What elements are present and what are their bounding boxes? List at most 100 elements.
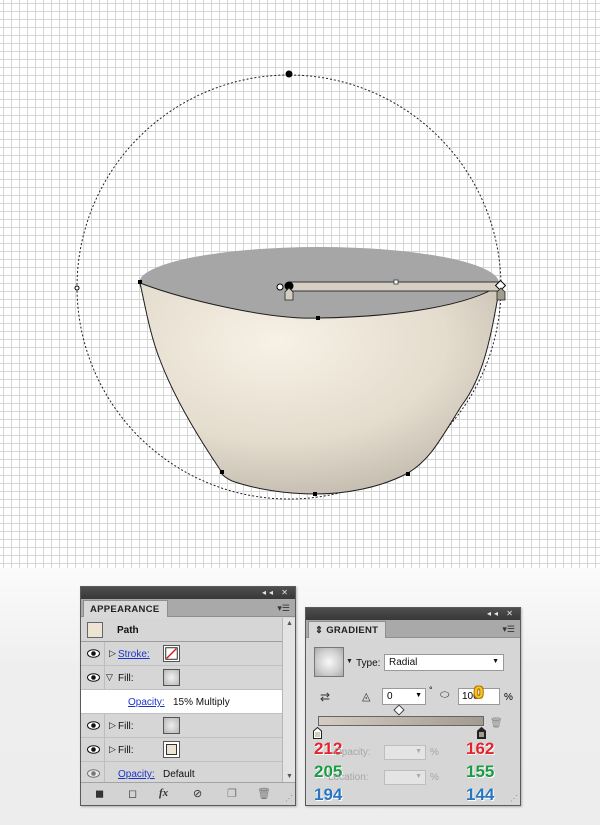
panel-titlebar[interactable]: ◂◂ ✕: [306, 608, 520, 620]
scroll-down-icon[interactable]: ▼: [286, 773, 293, 780]
right-stop-green-value: 155: [466, 762, 495, 781]
expand-triangle-icon[interactable]: ▷: [109, 720, 116, 731]
angle-value: 0: [387, 691, 393, 702]
anchor-point: [313, 492, 317, 496]
gradient-guide-handle-top: [285, 70, 293, 78]
fill-opacity-value: 15% Multiply: [173, 697, 230, 708]
chevron-down-icon[interactable]: ▼: [415, 692, 422, 699]
right-stop-blue-value: 144: [466, 785, 495, 804]
left-stop-blue-value: 194: [314, 785, 343, 804]
visibility-toggle[interactable]: [81, 714, 105, 737]
gradient-annotator-midpoint: [393, 279, 399, 285]
panel-tab-row: APPEARANCE ▾☰: [81, 599, 295, 617]
visibility-toggle[interactable]: [81, 666, 105, 689]
angle-icon: ◬: [362, 691, 371, 703]
object-swatch: [87, 622, 103, 638]
angle-input[interactable]: 0 ▼: [382, 688, 426, 705]
visibility-toggle[interactable]: [81, 738, 105, 761]
resize-grip-icon[interactable]: ⋰: [510, 794, 518, 803]
stop-location-input: ▼: [384, 770, 426, 785]
stop-opacity-input: ▼: [384, 745, 426, 760]
anchor-point: [220, 470, 224, 474]
collapse-triangle-icon[interactable]: ▽: [106, 672, 113, 683]
eye-icon[interactable]: [87, 649, 100, 658]
appearance-row-fill-opacity[interactable]: Opacity: 15% Multiply: [81, 690, 283, 714]
stroke-none-swatch[interactable]: [163, 645, 180, 662]
fill-opacity-link[interactable]: Opacity:: [128, 697, 165, 708]
object-type-label: Path: [117, 625, 139, 636]
object-opacity-link[interactable]: Opacity:: [118, 769, 155, 780]
opacity-label: Opacity:: [334, 747, 371, 758]
gradient-type-select[interactable]: Radial ▼: [384, 654, 504, 671]
eye-icon[interactable]: [87, 673, 100, 682]
gradient-annotator-origin-ring: [276, 283, 284, 291]
duplicate-item-icon[interactable]: ❐: [227, 787, 237, 800]
resize-grip-icon[interactable]: ⋰: [285, 794, 293, 803]
eye-icon[interactable]: [87, 769, 100, 778]
collapse-close-icons[interactable]: ◂◂ ✕: [262, 588, 291, 597]
gradient-guide-handle-left: [74, 285, 80, 291]
gradient-fill-swatch[interactable]: [163, 717, 180, 734]
tab-appearance[interactable]: APPEARANCE: [83, 600, 168, 617]
appearance-row-fill-3[interactable]: ▷ Fill:: [81, 738, 283, 762]
appearance-footer-toolbar: ◼ ◻ fx ⊘ ❐ 🗑 ⋰: [81, 782, 295, 805]
gradient-presets-dropdown-icon[interactable]: ▼: [346, 658, 353, 665]
gradient-preview-swatch[interactable]: [314, 647, 344, 677]
fill-label: Fill:: [118, 721, 134, 732]
anchor-point: [138, 280, 142, 284]
type-label: Type:: [356, 658, 381, 669]
object-opacity-value: Default: [163, 769, 195, 780]
cream-fill-swatch[interactable]: [163, 741, 180, 758]
fx-icon[interactable]: fx: [159, 787, 168, 799]
location-percent-symbol: %: [430, 772, 439, 783]
delete-item-icon[interactable]: 🗑: [257, 787, 271, 800]
chevron-down-icon[interactable]: ▼: [492, 658, 499, 665]
eye-icon[interactable]: [87, 745, 100, 754]
artboard-canvas[interactable]: [0, 0, 600, 568]
anchor-point: [406, 472, 410, 476]
appearance-list: Path ▷ Stroke: ▽ Fill: Opacity: 15% Mult…: [81, 618, 283, 786]
gradient-stop-right[interactable]: [477, 727, 486, 739]
reverse-gradient-icon[interactable]: ⇄: [320, 690, 330, 704]
collapse-close-icons[interactable]: ◂◂ ✕: [487, 609, 516, 618]
fill-label: Fill:: [118, 745, 134, 756]
gradient-type-value: Radial: [389, 657, 418, 668]
gradient-stop-left[interactable]: [313, 727, 322, 739]
chevron-down-icon: ▼: [415, 773, 422, 780]
scroll-up-icon[interactable]: ▲: [286, 620, 293, 627]
fill-label: Fill:: [118, 673, 134, 684]
appearance-row-fill-2[interactable]: ▷ Fill:: [81, 714, 283, 738]
appearance-object-header[interactable]: Path: [81, 618, 283, 642]
expand-triangle-icon[interactable]: ▷: [109, 648, 116, 659]
clear-appearance-icon[interactable]: ⊘: [193, 787, 202, 800]
panel-menu-icon[interactable]: ▾☰: [502, 624, 515, 635]
gradient-fill-swatch[interactable]: [163, 669, 180, 686]
aspect-percent-symbol: %: [504, 692, 513, 703]
chevron-down-icon: ▼: [415, 748, 422, 755]
gradient-midpoint-diamond[interactable]: [393, 704, 405, 716]
delete-stop-icon[interactable]: 🗑: [490, 718, 503, 729]
add-new-fill-icon[interactable]: ◻: [128, 787, 137, 800]
appearance-row-stroke[interactable]: ▷ Stroke:: [81, 642, 283, 666]
gradient-panel: ◂◂ ✕ ⇕ GRADIENT ▾☰ ▼ Type: Radial ▼ ⇄ ◬ …: [305, 607, 521, 806]
eye-icon[interactable]: [87, 721, 100, 730]
add-new-stroke-icon[interactable]: ◼: [95, 787, 104, 800]
expand-triangle-icon[interactable]: ▷: [109, 744, 116, 755]
appearance-panel: ◂◂ ✕ APPEARANCE ▾☰ Path ▷ Stroke: ▽ Fill…: [80, 586, 296, 806]
appearance-row-fill-1[interactable]: ▽ Fill:: [81, 666, 283, 690]
anchor-point: [316, 316, 320, 320]
panel-titlebar[interactable]: ◂◂ ✕: [81, 587, 295, 599]
stroke-link[interactable]: Stroke:: [118, 649, 150, 660]
tab-arrow-icon: ⇕: [315, 625, 327, 636]
panel-menu-icon[interactable]: ▾☰: [277, 603, 290, 614]
gradient-controls: ▼ Type: Radial ▼ ⇄ ◬ 0 ▼ ° ⬭ 100 % 0 🗑 2…: [306, 639, 520, 805]
tab-gradient[interactable]: ⇕ GRADIENT: [308, 621, 387, 638]
aspect-ratio-icon: ⬭: [440, 689, 450, 701]
bowl-artwork[interactable]: [0, 0, 600, 568]
annotation-zero: 0: [474, 683, 484, 702]
gradient-slider-bar[interactable]: [318, 716, 484, 726]
location-label: Location:: [328, 772, 369, 783]
visibility-toggle[interactable]: [81, 642, 105, 665]
tab-gradient-label: GRADIENT: [326, 625, 379, 636]
appearance-scrollbar[interactable]: ▲ ▼: [282, 618, 295, 782]
